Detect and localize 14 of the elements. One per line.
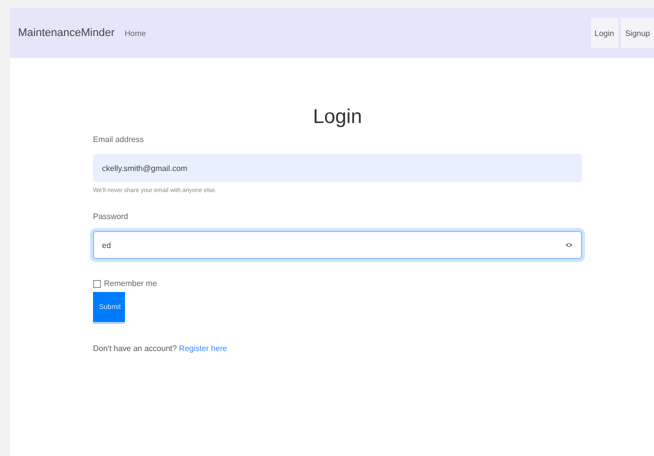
checkbox[interactable] bbox=[93, 280, 101, 288]
form-title: Login bbox=[312, 106, 363, 129]
eye-icon[interactable] bbox=[565, 241, 573, 249]
field-label: Password bbox=[93, 212, 130, 221]
field-label: Email address bbox=[93, 135, 145, 144]
nav-link[interactable]: Home bbox=[124, 28, 146, 38]
checkbox-label: Remember me bbox=[104, 279, 157, 288]
brand-link[interactable]: MaintenanceMinder bbox=[18, 27, 115, 39]
email-field[interactable]: ckelly.smith@gmail.com bbox=[93, 154, 582, 182]
nav-button[interactable]: Login bbox=[590, 18, 618, 48]
nav-button[interactable]: Signup bbox=[621, 18, 654, 48]
register-link[interactable]: Register here bbox=[179, 344, 228, 353]
register-prompt: Don't have an account? Register here bbox=[93, 344, 228, 353]
password-field[interactable]: ed bbox=[93, 231, 582, 259]
